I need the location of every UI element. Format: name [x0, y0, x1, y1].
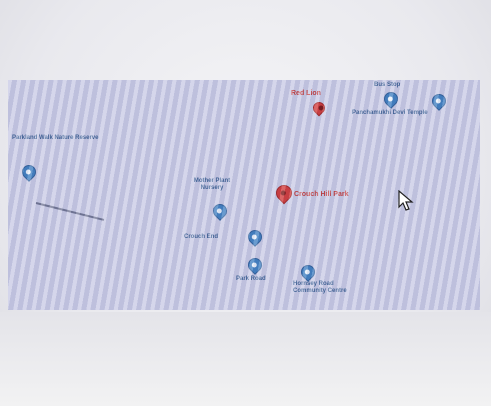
location-pin-icon — [245, 255, 265, 275]
poi-bottom-a-label: Park Road — [236, 276, 266, 282]
poi-bottom-b-label: Hornsey Road Community Centre — [293, 281, 347, 294]
mouse-cursor-icon — [398, 190, 414, 211]
location-pin-icon — [19, 162, 39, 182]
poi-top-right-a-label: Bus Stop — [374, 82, 401, 88]
location-pin-icon — [245, 227, 265, 247]
location-pin-icon — [298, 262, 318, 282]
selected-location-pin-icon — [272, 181, 296, 205]
location-pin-icon — [310, 99, 328, 117]
screen-bezel-area — [0, 312, 491, 406]
selected-place-label: Crouch Hill Park — [294, 191, 349, 198]
poi-top-red-label: Red Lion — [291, 90, 321, 97]
location-pin-icon — [429, 91, 449, 111]
road-segment — [35, 202, 105, 221]
poi-left-label: Parkland Walk Nature Reserve — [12, 135, 99, 141]
poi-top-right-b-label: Panchamukhi Devi Temple — [352, 110, 428, 116]
poi-crouch-end-label: Crouch End — [184, 234, 218, 240]
location-pin-icon — [210, 201, 230, 221]
location-pin-icon — [381, 89, 401, 109]
poi-center-label: Mother Plant Nursery — [193, 178, 231, 191]
